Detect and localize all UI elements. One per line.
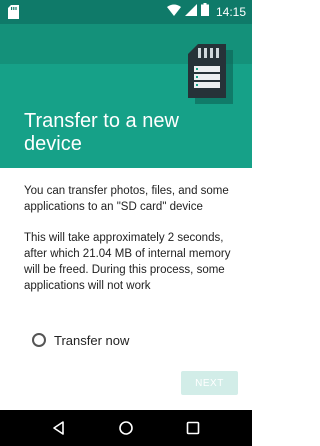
- sd-card-notification-icon: [8, 5, 19, 24]
- transfer-now-label: Transfer now: [54, 332, 130, 348]
- back-icon[interactable]: [45, 414, 73, 442]
- home-icon[interactable]: [112, 414, 140, 442]
- status-bar: 14:15: [0, 0, 252, 24]
- status-time: 14:15: [215, 5, 246, 19]
- wifi-icon: [166, 3, 181, 21]
- description-paragraph-1: You can transfer photos, files, and some…: [24, 185, 229, 213]
- transfer-now-option[interactable]: Transfer now: [32, 330, 129, 350]
- description-paragraph-2: This will take approximately 2 seconds, …: [24, 232, 231, 292]
- hero-header: Transfer to a new device: [0, 24, 252, 168]
- signal-icon: [184, 3, 197, 21]
- navigation-bar: [0, 410, 252, 446]
- sd-card-icon: [180, 36, 238, 113]
- page-title: Transfer to a new device: [24, 110, 179, 155]
- battery-icon: [200, 3, 209, 21]
- radio-button[interactable]: [32, 333, 46, 347]
- description: You can transfer photos, files, and some…: [24, 183, 234, 294]
- recents-icon[interactable]: [179, 414, 207, 442]
- next-button[interactable]: NEXT: [181, 371, 238, 395]
